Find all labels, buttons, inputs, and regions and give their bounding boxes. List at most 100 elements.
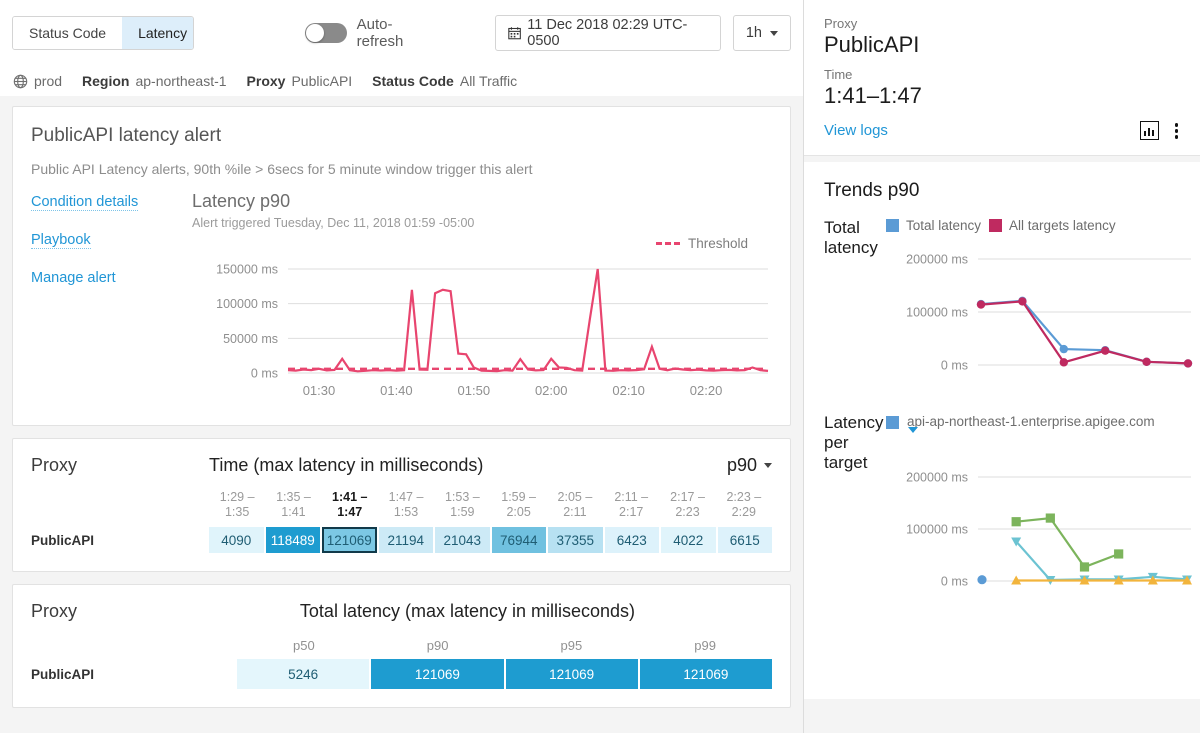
latency-cell[interactable]: 37355 <box>548 527 603 553</box>
toolbar: Status Code Latency Auto-refresh <box>0 0 803 66</box>
tab-status-code[interactable]: Status Code <box>13 17 122 49</box>
latency-cell[interactable]: 6615 <box>718 527 773 553</box>
details-time-value: 1:41–1:47 <box>824 83 1180 109</box>
svg-text:02:00: 02:00 <box>535 383 568 398</box>
legend-all-targets-latency[interactable]: All targets latency <box>989 218 1116 233</box>
details-proxy-label: Proxy <box>824 16 1180 31</box>
latency-cell[interactable]: 6423 <box>605 527 660 553</box>
latency-cell[interactable]: 118489 <box>266 527 321 553</box>
table-row: PublicAPI 409011848912106921194210437694… <box>31 527 772 553</box>
alert-body: Condition details Playbook Manage alert … <box>31 191 772 406</box>
latency-cell[interactable]: 121069 <box>322 527 377 553</box>
details-header: Proxy PublicAPI Time 1:41–1:47 View logs <box>804 0 1200 156</box>
total-latency-plot[interactable]: 0 ms100000 ms200000 ms <box>886 243 1196 393</box>
time-column-header: 1:29 –1:35 <box>209 490 265 520</box>
total-column-headers: p50p90p95p99 <box>31 638 772 653</box>
link-condition-details[interactable]: Condition details <box>31 194 138 211</box>
app-root: Status Code Latency Auto-refresh <box>0 0 1200 733</box>
breadcrumb-region-value[interactable]: ap-northeast-1 <box>135 73 226 89</box>
total-latency-cell[interactable]: 121069 <box>506 659 638 689</box>
total-latency-label: Totallatency <box>824 218 886 393</box>
latency-cell[interactable]: 21194 <box>379 527 434 553</box>
latency-cell[interactable]: 4090 <box>209 527 264 553</box>
date-picker[interactable]: 11 Dec 2018 02:29 UTC-0500 <box>495 15 721 51</box>
latency-cell[interactable]: 4022 <box>661 527 716 553</box>
legend-label-total-latency: Total latency <box>906 218 981 233</box>
time-column-header: 2:05 –2:11 <box>547 490 603 520</box>
link-manage-alert[interactable]: Manage alert <box>31 270 116 286</box>
percentile-select[interactable]: p90 <box>727 455 772 476</box>
alert-description: Public API Latency alerts, 90th %ile > 6… <box>31 161 772 177</box>
time-column-header: 2:11 –2:17 <box>603 490 659 520</box>
time-range-select[interactable]: 1h <box>733 15 791 51</box>
breadcrumb-proxy-value[interactable]: PublicAPI <box>291 73 352 89</box>
total-latency-svg: 0 ms100000 ms200000 ms <box>886 243 1196 393</box>
svg-text:100000 ms: 100000 ms <box>906 522 968 536</box>
svg-text:100000 ms: 100000 ms <box>216 297 278 311</box>
latency-cell[interactable]: 76944 <box>492 527 547 553</box>
svg-text:200000 ms: 200000 ms <box>906 252 968 266</box>
latency-cell[interactable]: 21043 <box>435 527 490 553</box>
time-column-header: 1:41 –1:47 <box>322 490 378 520</box>
latency-per-target-chart-area: api-ap-northeast-1.enterprise.apigee.com… <box>886 413 1196 606</box>
legend-total-latency[interactable]: Total latency <box>886 218 981 233</box>
content-scroll: PublicAPI latency alert Public API Laten… <box>0 96 803 708</box>
view-logs-link[interactable]: View logs <box>824 122 888 139</box>
table-row: PublicAPI 5246121069121069121069 <box>31 659 772 689</box>
chevron-down-icon <box>764 463 772 468</box>
svg-text:200000 ms: 200000 ms <box>906 470 968 484</box>
breadcrumb-region-key: Region <box>82 73 129 89</box>
tab-latency[interactable]: Latency <box>122 17 194 49</box>
total-latency-chart-area: Total latency All targets latency 0 ms10… <box>886 218 1196 393</box>
total-column-header: p50 <box>237 638 371 653</box>
total-table-title: Total latency (max latency in millisecon… <box>209 601 772 622</box>
auto-refresh-toggle[interactable] <box>305 23 347 43</box>
time-table-row-label: PublicAPI <box>31 533 209 548</box>
total-latency-cell[interactable]: 121069 <box>371 659 503 689</box>
toggle-knob <box>306 24 324 42</box>
svg-text:50000 ms: 50000 ms <box>223 332 278 346</box>
auto-refresh-control[interactable]: Auto-refresh <box>305 16 432 50</box>
alert-chart-column: Latency p90 Alert triggered Tuesday, Dec… <box>184 191 772 406</box>
time-latency-table-card: Proxy Time (max latency in milliseconds)… <box>12 438 791 572</box>
total-column-header: p90 <box>371 638 505 653</box>
percentile-value: p90 <box>727 455 757 476</box>
details-time-label: Time <box>824 67 1180 82</box>
time-column-header: 2:23 –2:29 <box>716 490 772 520</box>
threshold-dash-icon <box>656 242 680 245</box>
latency-chart-trigger-text: Alert triggered Tuesday, Dec 11, 2018 01… <box>192 216 772 230</box>
latency-per-target-svg: 0 ms100000 ms200000 ms <box>886 461 1196 606</box>
svg-text:01:50: 01:50 <box>458 383 491 398</box>
link-playbook[interactable]: Playbook <box>31 232 91 249</box>
breadcrumb-env[interactable]: prod <box>34 73 62 89</box>
auto-refresh-label: Auto-refresh <box>357 16 432 50</box>
view-tabs: Status Code Latency <box>12 16 194 50</box>
time-table-cells: 4090118489121069211942104376944373556423… <box>209 527 772 553</box>
more-options-icon[interactable] <box>1173 121 1181 141</box>
total-table-cells: 5246121069121069121069 <box>237 659 772 689</box>
total-latency-cell[interactable]: 5246 <box>237 659 369 689</box>
breadcrumb-status-value[interactable]: All Traffic <box>460 73 517 89</box>
time-column-header: 2:17 –2:23 <box>659 490 715 520</box>
details-icon-group <box>1140 121 1181 141</box>
total-latency-cell[interactable]: 121069 <box>640 659 772 689</box>
svg-text:01:40: 01:40 <box>380 383 413 398</box>
latency-per-target-plot[interactable]: 0 ms100000 ms200000 ms <box>886 461 1196 606</box>
legend-swatch-target <box>886 416 899 429</box>
breadcrumb: prod Region ap-northeast-1 Proxy PublicA… <box>0 66 803 96</box>
total-table-header: Proxy Total latency (max latency in mill… <box>31 601 772 622</box>
bar-chart-icon[interactable] <box>1140 121 1159 140</box>
legend-swatch-total-latency <box>886 219 899 232</box>
alert-card: PublicAPI latency alert Public API Laten… <box>12 106 791 426</box>
date-picker-value: 11 Dec 2018 02:29 UTC-0500 <box>527 17 708 49</box>
latency-chart-title: Latency p90 <box>192 191 772 212</box>
total-latency-table-card: Proxy Total latency (max latency in mill… <box>12 584 791 708</box>
target-expand-icon[interactable] <box>908 427 918 450</box>
calendar-icon <box>508 26 521 40</box>
time-table-proxy-header: Proxy <box>31 455 209 476</box>
latency-p90-chart[interactable]: 150000 ms100000 ms50000 ms0 ms01:3001:40… <box>192 261 772 406</box>
chevron-down-icon <box>770 31 778 36</box>
total-column-header: p99 <box>638 638 772 653</box>
main-content: Status Code Latency Auto-refresh <box>0 0 803 733</box>
globe-icon <box>13 74 28 89</box>
